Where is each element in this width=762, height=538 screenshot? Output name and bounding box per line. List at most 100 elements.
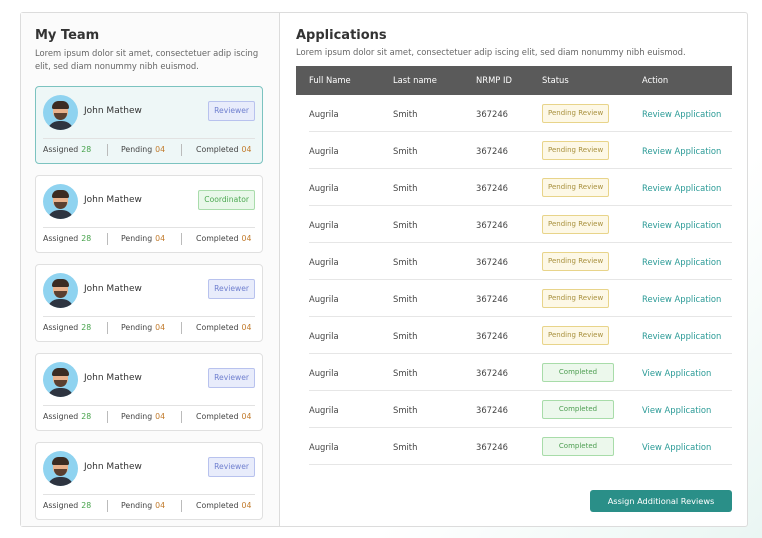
application-action-link[interactable]: Review Application	[642, 146, 721, 156]
table-row: Augrila Smith 367246 Pending Review Revi…	[296, 243, 732, 280]
assigned-stat: Assigned 28	[43, 234, 91, 243]
pending-stat: Pending 04	[121, 501, 165, 510]
my-team-panel: My Team Lorem ipsum dolor sit amet, cons…	[21, 13, 280, 526]
cell-full-name: Augrila	[309, 368, 339, 378]
table-header: Full Name Last name NRMP ID Status Actio…	[296, 66, 732, 95]
member-stats: Assigned 28 Pending 04 Completed 04	[43, 233, 255, 246]
completed-stat: Completed 04	[196, 412, 251, 421]
team-member-card[interactable]: John Mathew Reviewer Assigned 28 Pending 0…	[35, 264, 263, 342]
pending-count: 04	[155, 412, 166, 421]
cell-full-name: Augrila	[309, 331, 339, 341]
role-badge: Coordinator	[198, 190, 255, 210]
pending-label: Pending	[121, 323, 153, 332]
application-action-link[interactable]: Review Application	[642, 220, 721, 230]
member-name: John Mathew	[84, 462, 142, 472]
column-header-full-name: Full Name	[309, 75, 351, 85]
member-stats: Assigned 28 Pending 04 Completed 04	[43, 144, 255, 157]
cell-last-name: Smith	[393, 368, 418, 378]
table-row: Augrila Smith 367246 Pending Review Revi…	[296, 280, 732, 317]
avatar	[43, 362, 78, 397]
column-header-action: Action	[642, 75, 669, 85]
cell-nrmp-id: 367246	[476, 405, 508, 415]
assigned-stat: Assigned 28	[43, 145, 91, 154]
completed-label: Completed	[196, 234, 239, 243]
applications-table-body[interactable]: Augrila Smith 367246 Pending Review Revi…	[296, 95, 732, 493]
pending-count: 04	[155, 234, 166, 243]
card-divider	[43, 405, 255, 406]
completed-count: 04	[241, 501, 252, 510]
avatar	[43, 95, 78, 130]
team-title: My Team	[35, 28, 100, 43]
assigned-label: Assigned	[43, 323, 79, 332]
application-action-link[interactable]: View Application	[642, 368, 711, 378]
assigned-label: Assigned	[43, 234, 79, 243]
cell-nrmp-id: 367246	[476, 257, 508, 267]
member-stats: Assigned 28 Pending 04 Completed 04	[43, 411, 255, 424]
pending-count: 04	[155, 501, 166, 510]
assigned-count: 28	[81, 501, 92, 510]
application-action-link[interactable]: Review Application	[642, 294, 721, 304]
team-description: Lorem ipsum dolor sit amet, consectetuer…	[35, 48, 259, 71]
application-action-link[interactable]: Review Application	[642, 109, 721, 119]
cell-full-name: Augrila	[309, 220, 339, 230]
cell-nrmp-id: 367246	[476, 183, 508, 193]
table-row: Augrila Smith 367246 Pending Review Revi…	[296, 317, 732, 354]
cell-last-name: Smith	[393, 442, 418, 452]
stat-separator	[181, 411, 182, 423]
completed-label: Completed	[196, 323, 239, 332]
application-action-link[interactable]: Review Application	[642, 331, 721, 341]
team-member-card[interactable]: John Mathew Reviewer Assigned 28 Pending 0…	[35, 353, 263, 431]
assigned-count: 28	[81, 234, 92, 243]
table-row: Augrila Smith 367246 Pending Review Revi…	[296, 169, 732, 206]
cell-nrmp-id: 367246	[476, 368, 508, 378]
application-action-link[interactable]: View Application	[642, 405, 711, 415]
assigned-label: Assigned	[43, 145, 79, 154]
assigned-count: 28	[81, 412, 92, 421]
column-header-nrmp-id: NRMP ID	[476, 75, 512, 85]
stat-separator	[181, 233, 182, 245]
team-member-card[interactable]: John Mathew Coordinator Assigned 28 Pendi…	[35, 175, 263, 253]
status-badge: Pending Review	[542, 252, 610, 271]
stat-separator	[107, 233, 108, 245]
status-badge: Pending Review	[542, 178, 610, 197]
pending-label: Pending	[121, 412, 153, 421]
application-action-link[interactable]: View Application	[642, 442, 711, 452]
cell-last-name: Smith	[393, 331, 418, 341]
pending-label: Pending	[121, 234, 153, 243]
role-badge: Reviewer	[208, 457, 255, 477]
pending-stat: Pending 04	[121, 145, 165, 154]
team-member-card[interactable]: John Mathew Reviewer Assigned 28 Pending 0…	[35, 86, 263, 164]
table-row: Augrila Smith 367246 Completed View Appl…	[296, 428, 732, 465]
cell-nrmp-id: 367246	[476, 220, 508, 230]
completed-stat: Completed 04	[196, 234, 251, 243]
table-row: Augrila Smith 367246 Pending Review Revi…	[296, 132, 732, 169]
assigned-stat: Assigned 28	[43, 501, 91, 510]
completed-count: 04	[241, 234, 252, 243]
pending-label: Pending	[121, 145, 153, 154]
cell-nrmp-id: 367246	[476, 331, 508, 341]
card-divider	[43, 227, 255, 228]
completed-count: 04	[241, 323, 252, 332]
role-badge: Reviewer	[208, 101, 255, 121]
application-action-link[interactable]: Review Application	[642, 257, 721, 267]
cell-full-name: Augrila	[309, 442, 339, 452]
application-action-link[interactable]: Review Application	[642, 183, 721, 193]
cell-full-name: Augrila	[309, 146, 339, 156]
cell-full-name: Augrila	[309, 183, 339, 193]
cell-last-name: Smith	[393, 220, 418, 230]
stat-separator	[181, 500, 182, 512]
assign-additional-reviews-button[interactable]: Assign Additional Reviews	[590, 490, 732, 512]
team-member-card[interactable]: John Mathew Reviewer Assigned 28 Pending 0…	[35, 442, 263, 520]
completed-stat: Completed 04	[196, 501, 251, 510]
stat-separator	[107, 144, 108, 156]
pending-stat: Pending 04	[121, 323, 165, 332]
cell-last-name: Smith	[393, 405, 418, 415]
pending-count: 04	[155, 323, 166, 332]
status-badge: Completed	[542, 400, 614, 419]
table-row: Augrila Smith 367246 Pending Review Revi…	[296, 206, 732, 243]
role-badge: Reviewer	[208, 368, 255, 388]
card-divider	[43, 494, 255, 495]
avatar	[43, 273, 78, 308]
status-badge: Pending Review	[542, 104, 610, 123]
cell-full-name: Augrila	[309, 109, 339, 119]
